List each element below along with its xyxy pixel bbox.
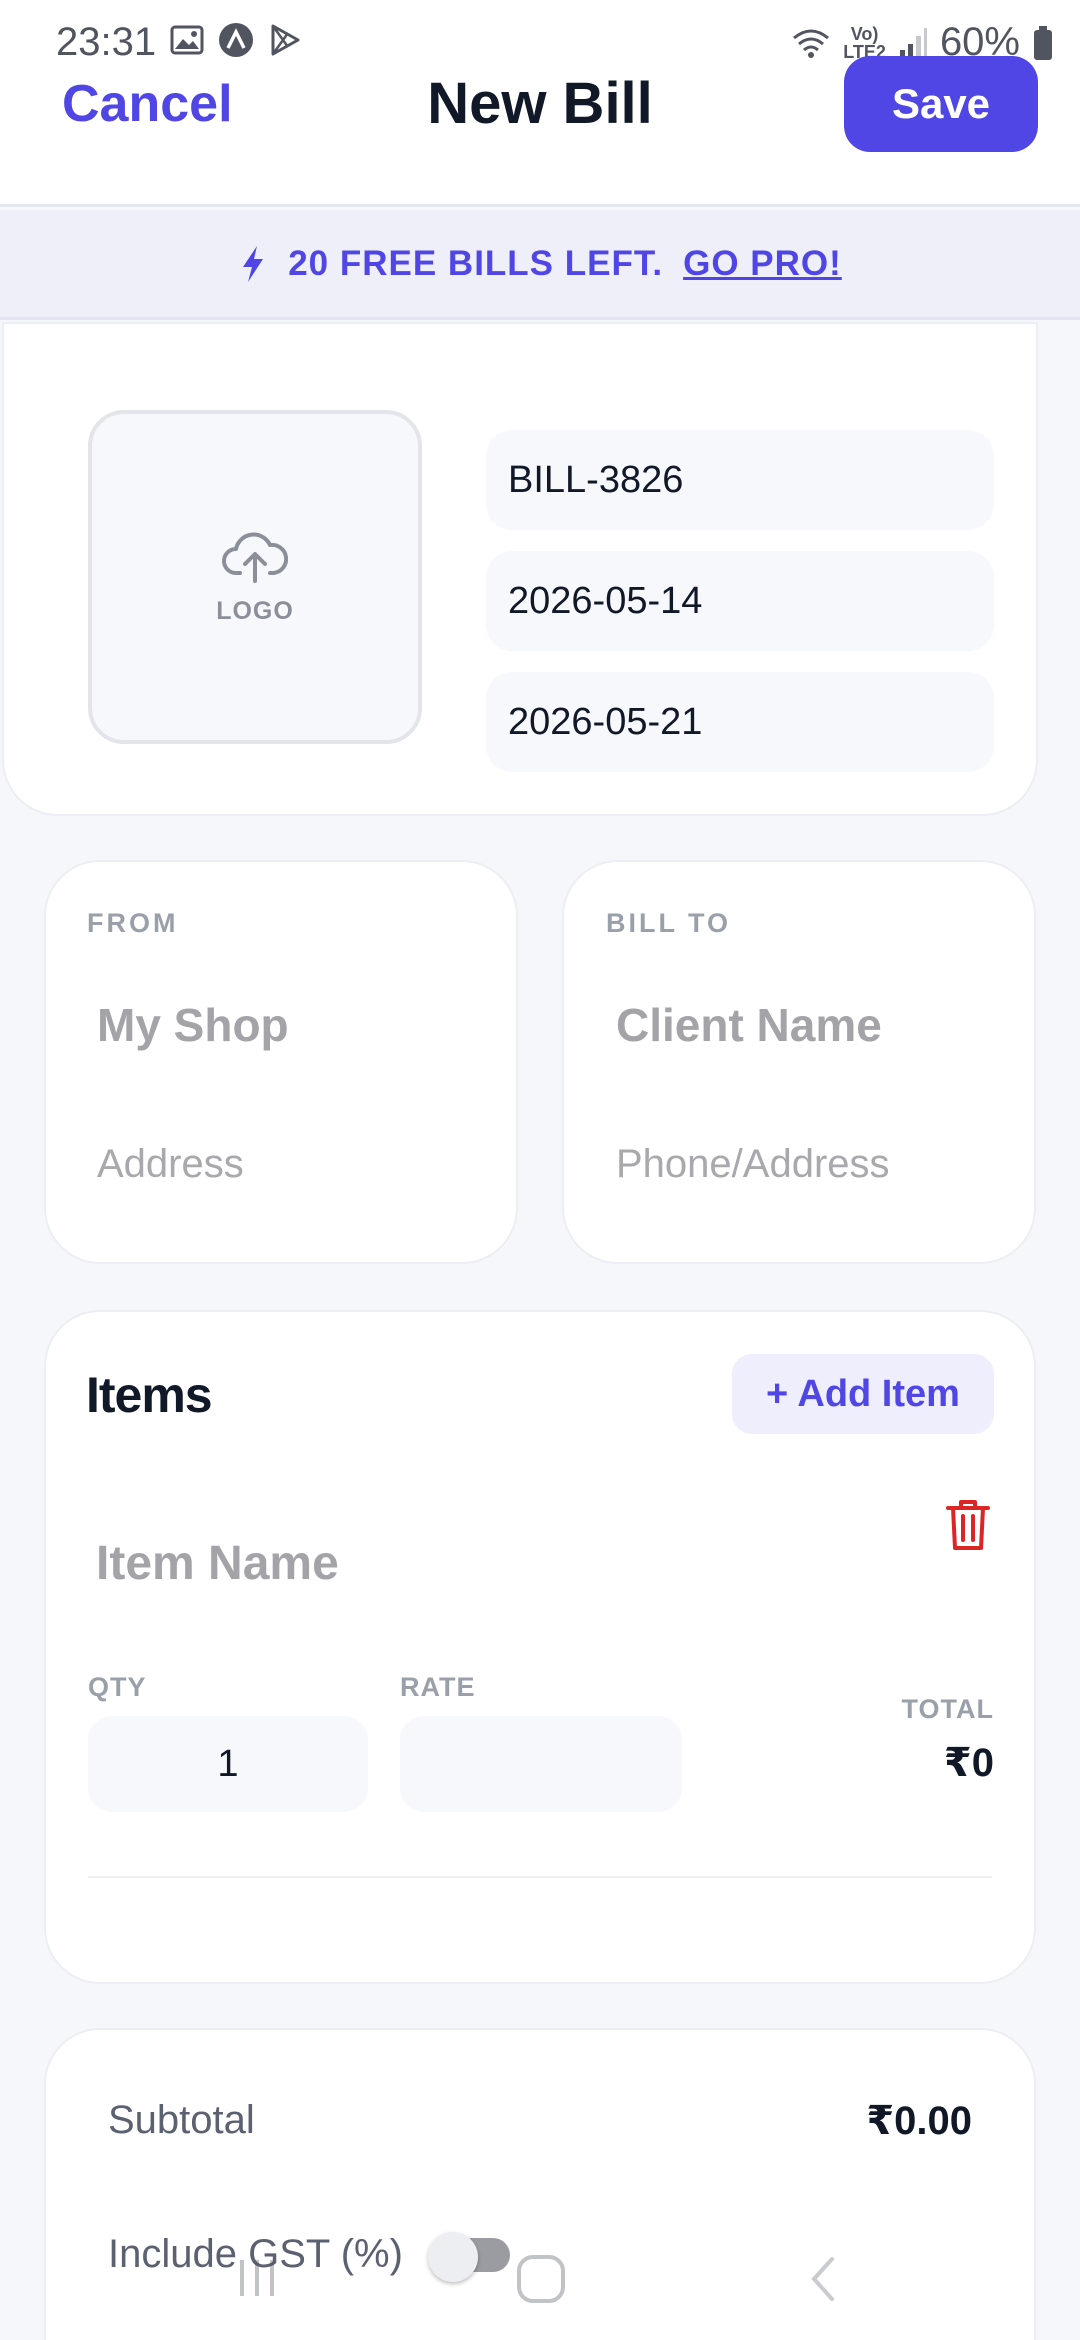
subtotal-label: Subtotal <box>108 2098 255 2142</box>
cancel-button[interactable]: Cancel <box>62 74 233 134</box>
promo-banner[interactable]: 20 FREE BILLS LEFT. GO PRO! <box>0 210 1080 320</box>
battery-icon <box>1034 25 1052 60</box>
recents-icon[interactable] <box>234 2252 280 2302</box>
client-address-input[interactable]: Phone/Address <box>616 1142 890 1187</box>
item-total-value: ₹0 <box>943 1741 994 1785</box>
notification-icons <box>170 22 302 58</box>
due-date-field[interactable]: 2026-05-21 <box>486 672 994 772</box>
promo-text: 20 FREE BILLS LEFT. <box>288 243 664 283</box>
image-icon <box>170 25 204 55</box>
from-label: FROM <box>87 908 179 938</box>
cloud-upload-icon <box>222 532 288 583</box>
play-store-icon <box>271 24 300 56</box>
qty-label: QTY <box>88 1672 147 1702</box>
bill-date-field[interactable]: 2026-05-14 <box>486 551 994 651</box>
new-bill-screen: 23:31 Vo) LTE2 60% Cancel New Bill Save … <box>0 0 1080 2340</box>
wifi-icon <box>793 29 830 58</box>
app-a-icon <box>219 23 253 57</box>
go-pro-link[interactable]: GO PRO! <box>683 244 842 284</box>
item-divider <box>88 1876 992 1878</box>
total-label: TOTAL <box>901 1694 994 1724</box>
app-header: 23:31 Vo) LTE2 60% Cancel New Bill Save <box>0 0 1080 207</box>
signal-icon <box>899 27 927 58</box>
status-time: 23:31 <box>56 20 157 64</box>
home-icon[interactable] <box>514 2252 568 2306</box>
toggle-knob <box>428 2232 478 2282</box>
subtotal-value: ₹0.00 <box>866 2099 972 2143</box>
qty-input[interactable]: 1 <box>88 1716 368 1812</box>
logo-label: LOGO <box>216 596 294 625</box>
back-icon[interactable] <box>806 2254 840 2304</box>
from-address-input[interactable]: Address <box>97 1142 244 1187</box>
item-name-input[interactable]: Item Name <box>96 1536 339 1591</box>
rate-label: RATE <box>400 1672 476 1702</box>
save-button[interactable]: Save <box>844 56 1038 152</box>
add-item-button[interactable]: + Add Item <box>732 1354 994 1434</box>
logo-upload[interactable]: LOGO <box>88 410 422 744</box>
bolt-icon <box>243 245 264 282</box>
client-name-input[interactable]: Client Name <box>616 998 882 1052</box>
trash-icon[interactable] <box>944 1496 992 1552</box>
rate-input[interactable] <box>400 1716 682 1812</box>
bill-number-field[interactable]: BILL-3826 <box>486 430 994 530</box>
items-title: Items <box>86 1367 213 1423</box>
gst-toggle[interactable] <box>428 2232 514 2282</box>
bill-to-label: BILL TO <box>606 908 732 938</box>
from-name-input[interactable]: My Shop <box>97 998 289 1052</box>
